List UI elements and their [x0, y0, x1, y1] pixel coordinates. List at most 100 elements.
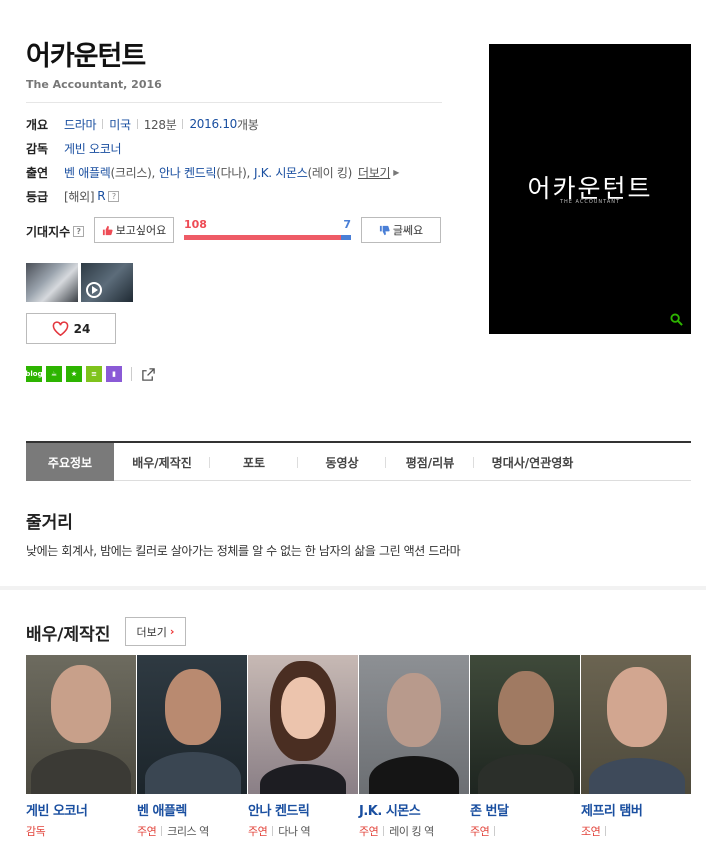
cast-name[interactable]: 안나 켄드릭 [248, 800, 359, 819]
cast-photo[interactable] [26, 655, 136, 794]
overview-row: 개요 드라마 미국 128분 2016.10 개봉 [26, 112, 446, 136]
separator [102, 119, 104, 129]
meh-label: 글쎄요 [392, 224, 424, 237]
cast-photo[interactable] [248, 655, 358, 794]
cast-role: 감독 [26, 825, 46, 838]
cast-character: 크리스 역 [167, 825, 209, 838]
cast-more-button[interactable]: 더보기 › [125, 617, 186, 646]
media-thumbnails [26, 263, 133, 302]
more-label: 더보기 [136, 625, 167, 639]
expect-bar: 108 7 [184, 218, 351, 242]
separator [272, 826, 274, 836]
share-bar: blog ☕ ★ ≡ ▮ [25, 366, 156, 382]
tab-quotes-related[interactable]: 명대사/연관영화 [474, 443, 591, 481]
cast-role: 주연 [248, 825, 268, 838]
ratio-bar-fill [184, 235, 341, 240]
tab-video[interactable]: 동영상 [298, 443, 386, 481]
band-icon[interactable]: ≡ [86, 366, 102, 382]
cast-row: 출연 벤 애플렉 (크리스), 안나 켄드릭 (다나), J.K. 시몬스 (레… [26, 160, 446, 184]
movie-subtitle: The Accountant, 2016 [26, 78, 162, 91]
cafe-icon[interactable]: ☕ [46, 366, 62, 382]
memo-icon[interactable]: ▮ [106, 366, 122, 382]
cast-photo[interactable] [581, 655, 691, 794]
cast-photo[interactable] [470, 655, 580, 794]
release-date-link[interactable]: 2016.10 [189, 117, 237, 131]
meh-button[interactable]: 글쎄요 [361, 217, 441, 243]
separator [605, 826, 607, 836]
cast-card[interactable]: 게빈 오코너 감독 [26, 655, 137, 839]
section-divider [0, 586, 706, 590]
tab-label: 주요정보 [47, 455, 93, 470]
cast-role: 조연 [581, 825, 601, 838]
share-icon[interactable] [141, 367, 156, 382]
movie-info: 개요 드라마 미국 128분 2016.10 개봉 감독 게빈 오코너 출연 벤… [26, 112, 446, 208]
cast-name[interactable]: 게빈 오코너 [26, 800, 137, 819]
tab-reviews[interactable]: 평점/리뷰 [386, 443, 474, 481]
cast-role: 주연 [470, 825, 490, 838]
separator [136, 119, 138, 129]
cast-name[interactable]: 제프리 탬버 [581, 800, 692, 819]
photo-thumbnail[interactable] [26, 263, 78, 302]
tab-cast-crew[interactable]: 배우/제작진 [114, 443, 210, 481]
synopsis-heading: 줄거리 [26, 513, 73, 533]
rating-prefix: [해외] [64, 189, 95, 204]
cast-heading: 배우/제작진 [26, 625, 111, 645]
help-icon[interactable]: ? [73, 226, 85, 237]
expect-label: 기대지수 [26, 225, 71, 239]
like-button[interactable]: 24 [26, 313, 116, 344]
cast-link-1[interactable]: 벤 애플렉 [64, 164, 111, 181]
meh-count: 7 [343, 218, 351, 231]
director-link[interactable]: 게빈 오코너 [64, 140, 122, 157]
rating-row: 등급 [해외] R ? [26, 184, 446, 208]
help-icon[interactable]: ? [108, 190, 120, 202]
video-thumbnail[interactable] [81, 263, 133, 302]
cast-list: 게빈 오코너 감독 벤 애플렉 주연 크리스 역 안나 켄드릭 주연 다나 역 J.… [26, 655, 692, 839]
tab-main-info[interactable]: 주요정보 [26, 443, 114, 481]
expectation-index: 기대지수 ? 보고싶어요 108 7 글쎄요 [26, 216, 446, 244]
cast-more-link[interactable]: 더보기 [358, 164, 391, 181]
cast-role-2: (다나), [216, 165, 250, 180]
tab-label: 명대사/연관영화 [491, 455, 574, 470]
cast-name[interactable]: J.K. 시몬스 [359, 800, 470, 819]
country-link[interactable]: 미국 [109, 116, 131, 133]
cast-link-3[interactable]: J.K. 시몬스 [254, 164, 308, 181]
cast-link-2[interactable]: 안나 켄드릭 [159, 164, 217, 181]
separator [161, 826, 163, 836]
rating-link[interactable]: R [97, 189, 105, 203]
want-count: 108 [184, 218, 207, 231]
magnifier-icon[interactable] [670, 313, 683, 326]
cast-label: 출연 [26, 165, 49, 180]
thumbs-down-icon [379, 225, 390, 235]
cast-photo[interactable] [137, 655, 247, 794]
cast-card[interactable]: 안나 켄드릭 주연 다나 역 [248, 655, 359, 839]
thumbs-up-icon [102, 225, 113, 235]
blog-icon[interactable]: blog [25, 366, 43, 382]
director-row: 감독 게빈 오코너 [26, 136, 446, 160]
movie-poster[interactable]: 어카운턴트 THE ACCOUNTANT [489, 44, 691, 334]
ratio-bar [184, 235, 351, 240]
cast-role-3: (레이 킹) [307, 165, 353, 180]
bookmark-star-icon[interactable]: ★ [66, 366, 82, 382]
want-to-see-button[interactable]: 보고싶어요 [94, 217, 174, 243]
tab-label: 동영상 [325, 455, 359, 470]
tab-photo[interactable]: 포토 [210, 443, 298, 481]
cast-card[interactable]: 제프리 탬버 조연 [581, 655, 692, 839]
cast-card[interactable]: J.K. 시몬스 주연 레이 킹 역 [359, 655, 470, 839]
movie-title: 어카운턴트 [26, 41, 146, 72]
cast-name[interactable]: 벤 애플렉 [137, 800, 248, 819]
chevron-right-icon: › [169, 625, 175, 638]
cast-card[interactable]: 존 번달 주연 [470, 655, 581, 839]
tab-label: 배우/제작진 [132, 455, 192, 470]
like-count: 24 [73, 321, 91, 336]
cast-name[interactable]: 존 번달 [470, 800, 581, 819]
synopsis-text: 낮에는 회계사, 밤에는 킬러로 살아가는 정체를 알 수 없는 한 남자의 삶… [26, 544, 461, 558]
caret-right-icon: ▶ [393, 167, 400, 177]
genre-link[interactable]: 드라마 [64, 116, 97, 133]
divider [26, 102, 442, 103]
overview-label: 개요 [26, 117, 49, 132]
cast-card[interactable]: 벤 애플렉 주연 크리스 역 [137, 655, 248, 839]
separator [131, 367, 132, 381]
rating-label: 등급 [26, 189, 49, 204]
cast-photo[interactable] [359, 655, 469, 794]
tab-label: 포토 [242, 455, 266, 470]
